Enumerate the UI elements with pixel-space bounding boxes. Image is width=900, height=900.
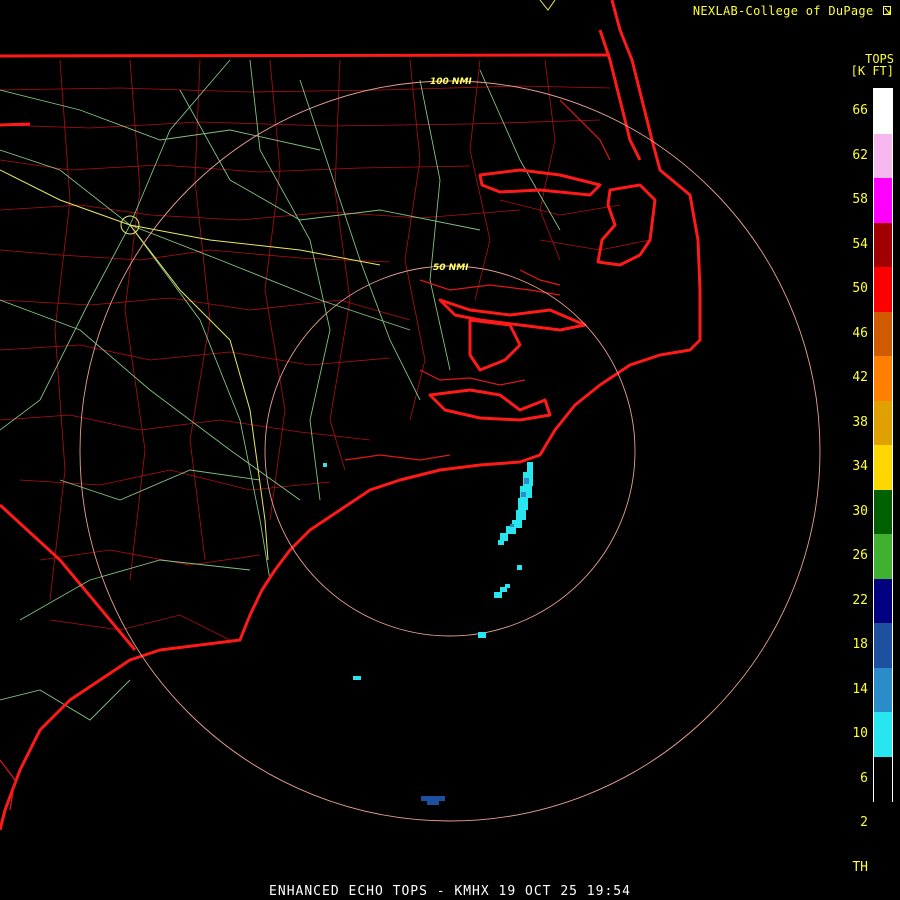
product-caption: ENHANCED ECHO TOPS - KMHX 19 OCT 25 19:5… — [269, 884, 631, 899]
scale-tick-label: 30 — [852, 503, 868, 519]
color-swatch — [874, 356, 892, 401]
color-swatch — [874, 534, 892, 579]
scale-tick-label: 2 — [860, 815, 868, 830]
credit-text: NEXLAB-College of DuPage — [692, 4, 874, 18]
color-swatch — [874, 89, 892, 134]
color-swatch — [874, 756, 892, 802]
scale-tick-label: 66 — [852, 103, 868, 118]
color-scale-bar — [873, 88, 893, 802]
color-swatch — [874, 133, 892, 179]
scale-tick-label: 26 — [852, 548, 868, 563]
radar-display: 50 NMI 100 NMI NEXLAB-College of DuPage … — [0, 0, 900, 900]
color-swatch — [874, 222, 892, 268]
color-swatch — [874, 712, 892, 757]
color-swatch — [874, 400, 892, 446]
scale-tick-label: 6 — [860, 770, 868, 786]
radar-echoes — [323, 462, 533, 805]
range-ring-label-100: 100 NMI — [430, 77, 472, 87]
scale-tick-label: 46 — [852, 325, 868, 341]
color-swatch — [874, 311, 892, 357]
scale-tick-label: 18 — [852, 637, 868, 652]
scale-tick-label: TH — [852, 859, 868, 875]
scale-tick-label: 50 — [852, 281, 868, 296]
state-borders — [0, 53, 611, 651]
legend-title-line2: [K FT] — [850, 64, 894, 78]
arrow-logo-icon — [883, 6, 891, 15]
radar-map: 50 NMI 100 NMI — [0, 0, 821, 831]
credit-label: NEXLAB-College of DuPage — [693, 4, 892, 18]
scale-tick-label: 62 — [852, 147, 868, 163]
legend-title: TOPS [K FT] — [851, 53, 894, 77]
county-lines — [0, 59, 651, 641]
color-swatch — [874, 623, 892, 668]
scale-tick-label: 38 — [852, 414, 868, 430]
color-swatch — [874, 178, 892, 223]
scale-tick-label: 42 — [852, 370, 868, 385]
scale-tick-label: 10 — [852, 726, 868, 741]
color-swatch — [874, 267, 892, 312]
scale-tick-label: 22 — [852, 592, 868, 608]
range-ring-label-50: 50 NMI — [433, 263, 469, 273]
color-swatch — [874, 578, 892, 624]
scale-tick-label: 14 — [852, 681, 868, 697]
color-swatch — [874, 445, 892, 490]
scale-tick-label: 58 — [852, 192, 868, 207]
color-swatch — [874, 667, 892, 713]
scale-tick-label: 54 — [852, 236, 868, 252]
color-swatch — [874, 489, 892, 535]
scale-tick-label: 34 — [852, 459, 868, 474]
